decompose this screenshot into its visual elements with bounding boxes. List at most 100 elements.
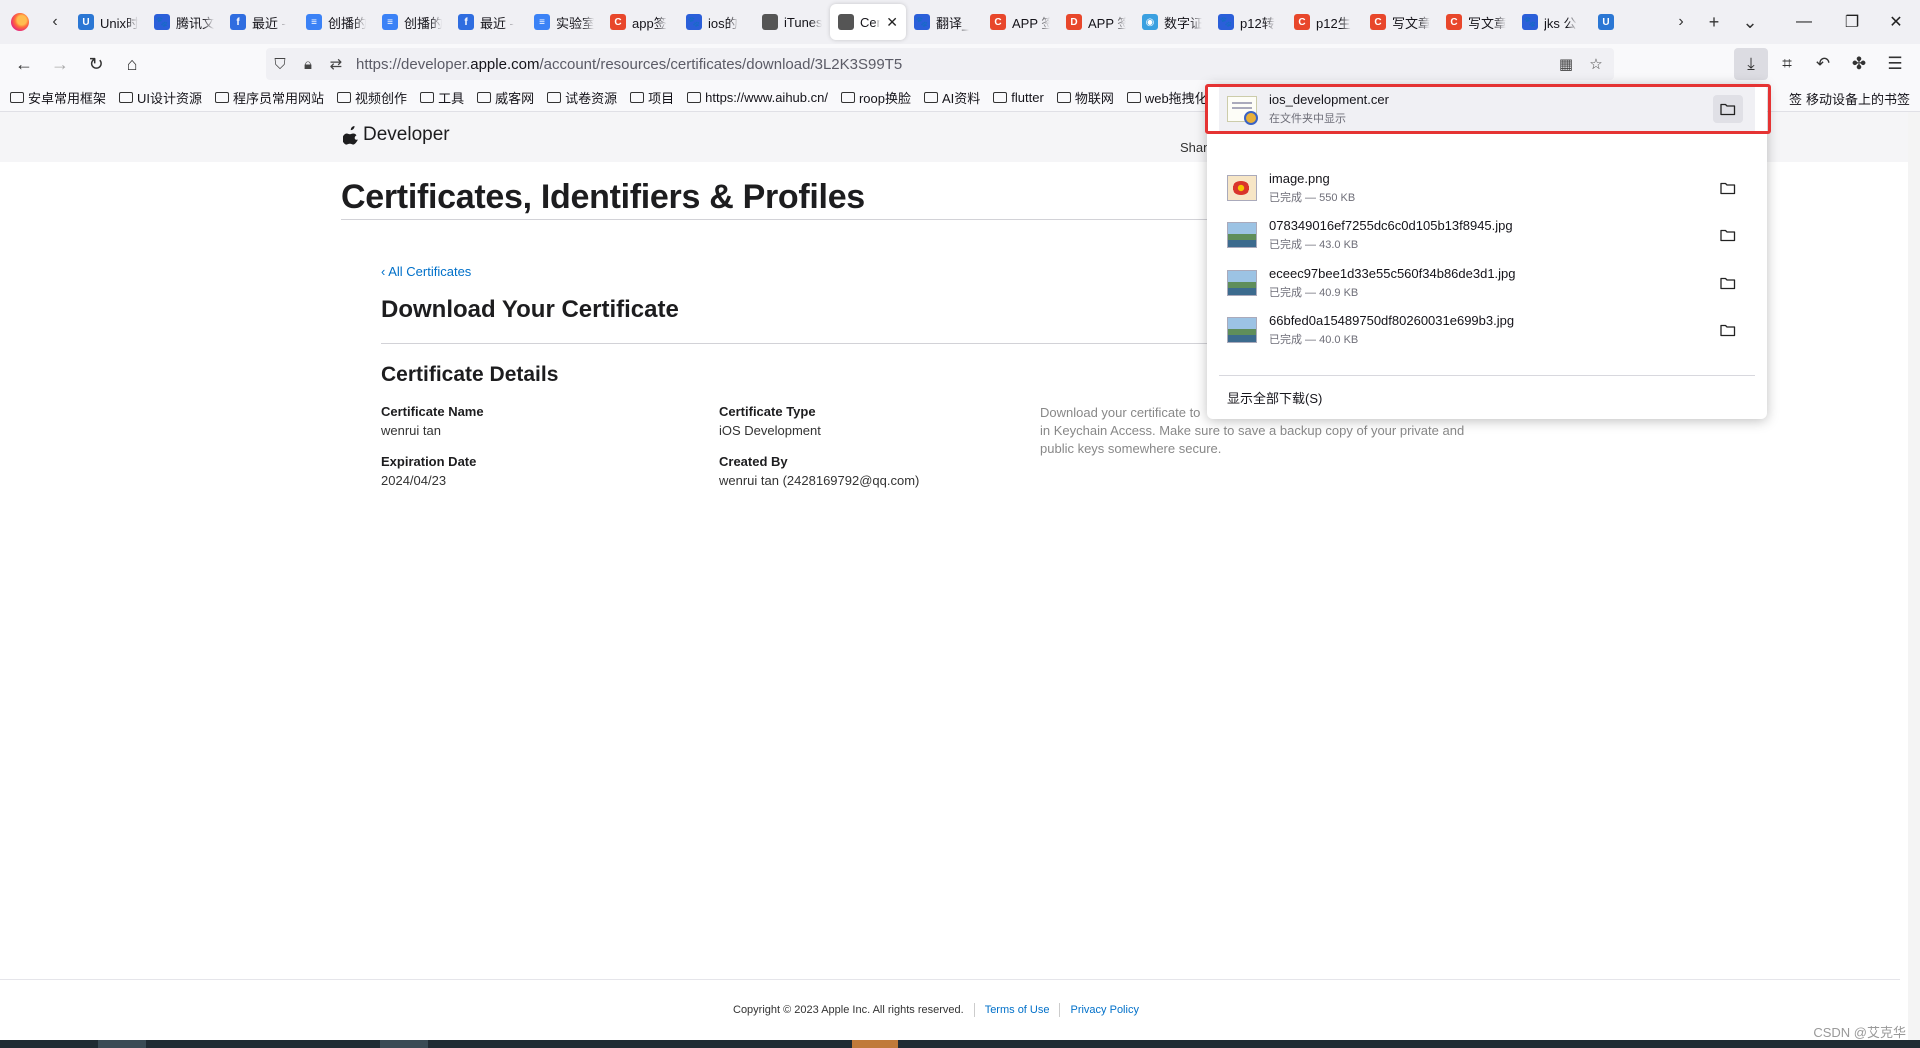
download-item[interactable]: 078349016ef7255dc6c0d105b13f8945.jpg 已完成 … bbox=[1219, 211, 1755, 259]
jpg-file-icon bbox=[1227, 222, 1257, 248]
show-all-downloads-button[interactable]: 显示全部下载(S) bbox=[1227, 388, 1322, 407]
tab[interactable]: ≡ 创播的 bbox=[298, 4, 374, 40]
list-tabs-icon[interactable]: ⌄ bbox=[1732, 0, 1768, 44]
undo-icon[interactable]: ↶ bbox=[1806, 48, 1840, 80]
apple-developer-logo[interactable]: Developer bbox=[343, 124, 450, 146]
tab[interactable]: ≡ 实验室 bbox=[526, 4, 602, 40]
screenshot-icon[interactable]: ⌗ bbox=[1770, 48, 1804, 80]
bookmark-label[interactable]: 签 bbox=[1789, 89, 1802, 108]
taskbar-item[interactable] bbox=[380, 1040, 428, 1048]
bookmark-item[interactable]: 物联网 bbox=[1056, 88, 1114, 107]
bookmark-item[interactable]: 试卷资源 bbox=[547, 88, 617, 107]
scrollbar[interactable] bbox=[1908, 112, 1920, 1040]
all-certificates-link[interactable]: ‹ All Certificates bbox=[381, 264, 471, 279]
url-bar[interactable]: ⛉ 🔒︎ ⇄ https://developer.apple.com/accou… bbox=[266, 48, 1614, 80]
close-tab-icon[interactable]: ✕ bbox=[886, 14, 898, 31]
bookmark-item[interactable]: UI设计资源 bbox=[119, 88, 202, 107]
tab-scroll-left-icon[interactable]: ‹ bbox=[40, 0, 70, 44]
tab[interactable]: iTunes bbox=[754, 4, 830, 40]
bookmark-item[interactable]: https://www.aihub.cn/ bbox=[687, 90, 828, 105]
bookmark-item[interactable]: flutter bbox=[993, 90, 1044, 105]
tab[interactable]: ◉ 数字证 bbox=[1134, 4, 1210, 40]
extensions-icon[interactable]: ✤ bbox=[1842, 48, 1876, 80]
tab[interactable]: 🐾 翻译_ bbox=[906, 4, 982, 40]
tab[interactable]: C 写文章 bbox=[1438, 4, 1514, 40]
minimize-icon[interactable]: — bbox=[1780, 0, 1828, 44]
download-status: 已完成 — 43.0 KB bbox=[1269, 239, 1359, 251]
bookmark-item[interactable]: 程序员常用网站 bbox=[215, 88, 324, 107]
tab[interactable]: f 最近 - bbox=[450, 4, 526, 40]
taskbar-item[interactable] bbox=[852, 1040, 898, 1048]
menu-icon[interactable]: ☰ bbox=[1878, 48, 1912, 80]
tab-scroll-right-icon[interactable]: › bbox=[1666, 0, 1696, 44]
home-icon[interactable]: ⌂ bbox=[114, 48, 150, 80]
terms-of-use-link[interactable]: Terms of Use bbox=[985, 1004, 1050, 1016]
tab[interactable]: U Unix时 bbox=[70, 4, 146, 40]
jpg-file-icon bbox=[1227, 317, 1257, 343]
bookmark-label[interactable]: 移动设备上的书签 bbox=[1806, 89, 1910, 108]
tab-label: p12生 bbox=[1316, 15, 1351, 31]
url-text[interactable]: https://developer.apple.com/account/reso… bbox=[356, 56, 902, 73]
tab-label: 腾讯文 bbox=[176, 15, 214, 31]
bookmark-item[interactable]: AI资料 bbox=[924, 88, 980, 107]
folder-icon bbox=[477, 92, 492, 103]
tab[interactable]: Cer ✕ bbox=[830, 4, 906, 40]
footer: Copyright © 2023 Apple Inc. All rights r… bbox=[733, 1003, 1139, 1017]
tab-label: Cer bbox=[860, 14, 881, 30]
downloads-icon[interactable]: ⤓ bbox=[1734, 48, 1768, 80]
account-user-name[interactable]: Shan bbox=[1180, 140, 1210, 155]
tab-favicon-icon: 🐾 bbox=[914, 14, 930, 30]
tab[interactable]: f 最近 - bbox=[222, 4, 298, 40]
show-in-folder-icon[interactable] bbox=[1713, 221, 1743, 249]
bookmark-item[interactable]: 安卓常用框架 bbox=[10, 88, 106, 107]
tab-label: 创播的 bbox=[404, 15, 442, 31]
download-item[interactable]: eceec97bee1d33e55c560f34b86de3d1.jpg 已完成 … bbox=[1219, 259, 1755, 307]
bookmark-label: 威客网 bbox=[495, 91, 535, 106]
bookmark-star-icon[interactable]: ☆ bbox=[1582, 55, 1610, 73]
new-tab-icon[interactable]: + bbox=[1696, 0, 1732, 44]
show-in-folder-icon[interactable] bbox=[1713, 269, 1743, 297]
tab[interactable]: 🐾 腾讯文 bbox=[146, 4, 222, 40]
show-in-folder-icon[interactable] bbox=[1713, 174, 1743, 202]
tab[interactable]: U bbox=[1590, 4, 1666, 40]
tab[interactable]: 🐾 ios的 bbox=[678, 4, 754, 40]
bookmark-item[interactable]: 项目 bbox=[630, 88, 674, 107]
tab[interactable]: C 写文章 bbox=[1362, 4, 1438, 40]
bookmark-item[interactable]: 工具 bbox=[420, 88, 464, 107]
tab[interactable]: 🐾 jks 公 bbox=[1514, 4, 1590, 40]
lock-icon[interactable]: 🔒︎ bbox=[294, 56, 322, 73]
privacy-policy-link[interactable]: Privacy Policy bbox=[1070, 1004, 1138, 1016]
bookmark-item[interactable]: roop换脸 bbox=[840, 88, 911, 107]
reload-icon[interactable]: ↻ bbox=[78, 48, 114, 80]
permissions-icon[interactable]: ⇄ bbox=[322, 55, 350, 73]
bookmark-item[interactable]: 视频创作 bbox=[337, 88, 407, 107]
firefox-icon[interactable] bbox=[0, 0, 40, 44]
bookmark-label: 物联网 bbox=[1074, 91, 1114, 106]
restore-icon[interactable]: ❐ bbox=[1828, 0, 1876, 44]
tab-label: 翻译_ bbox=[936, 15, 970, 31]
tab-label: app签 bbox=[632, 15, 667, 31]
tab-favicon-icon: 🐾 bbox=[154, 14, 170, 30]
download-item[interactable]: 66bfed0a15489750df80260031e699b3.jpg 已完成 … bbox=[1219, 306, 1755, 354]
tab-favicon-icon: f bbox=[458, 14, 474, 30]
folder-icon bbox=[337, 92, 352, 103]
taskbar-item[interactable] bbox=[98, 1040, 146, 1048]
close-window-icon[interactable]: ✕ bbox=[1872, 0, 1920, 44]
tab[interactable]: 🐾 p12转 bbox=[1210, 4, 1286, 40]
tab[interactable]: ≡ 创播的 bbox=[374, 4, 450, 40]
tab[interactable]: D APP 签 bbox=[1058, 4, 1134, 40]
show-in-folder-icon[interactable] bbox=[1713, 316, 1743, 344]
back-icon[interactable]: ← bbox=[6, 48, 42, 80]
tab-label: p12转 bbox=[1240, 15, 1275, 31]
tab[interactable]: Cp12生 bbox=[1286, 4, 1362, 40]
qr-code-icon[interactable]: ▦ bbox=[1552, 55, 1580, 73]
bookmarks-overflow[interactable]: 签移动设备上的书签 bbox=[1782, 84, 1910, 111]
tab-label: jks 公 bbox=[1544, 15, 1577, 31]
bookmark-item[interactable]: 威客网 bbox=[477, 88, 534, 107]
forward-icon[interactable]: → bbox=[42, 48, 78, 80]
tab-label: 写文章 bbox=[1468, 15, 1506, 31]
download-item[interactable]: image.png 已完成 — 550 KB bbox=[1219, 164, 1755, 212]
tab[interactable]: Capp签 bbox=[602, 4, 678, 40]
shield-icon[interactable]: ⛉ bbox=[266, 56, 294, 73]
tab[interactable]: C APP 签 bbox=[982, 4, 1058, 40]
